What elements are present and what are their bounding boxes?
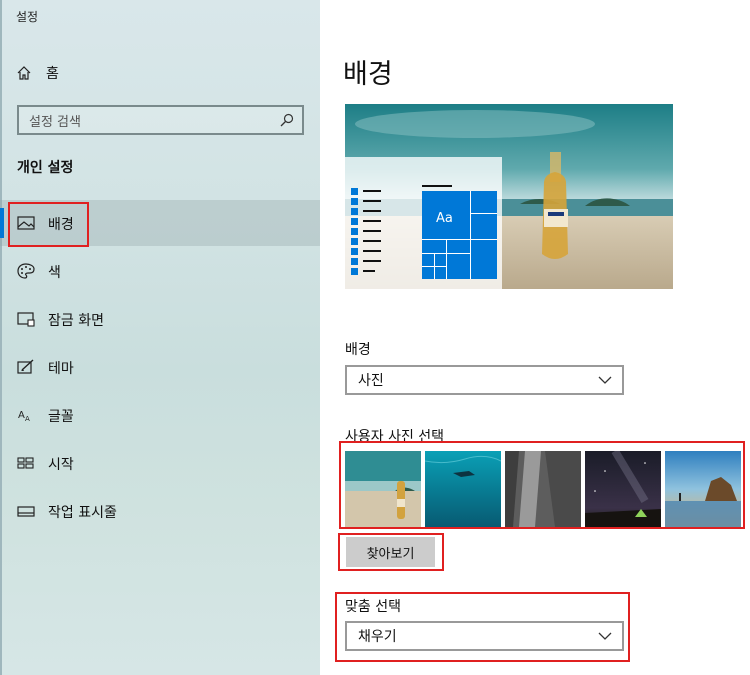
highlight-outline [338,533,444,571]
sidebar-item-themes[interactable]: 테마 [0,344,320,390]
sidebar-item-color[interactable]: 색 [0,248,320,294]
search-placeholder: 설정 검색 [29,114,81,130]
preview-bar [422,185,452,187]
sidebar-item-label: 글꼴 [48,409,74,425]
section-title: 개인 설정 [17,160,74,176]
sidebar-item-label: 테마 [48,361,74,377]
background-type-select[interactable]: 사진 [345,365,624,395]
taskbar-icon [17,506,35,517]
start-tiles-icon [17,457,34,469]
theme-brush-icon [17,359,34,374]
sidebar-item-label: 색 [48,265,61,281]
svg-text:A: A [25,415,30,423]
home-icon [17,66,31,80]
search-icon [280,113,294,127]
sidebar-item-fonts[interactable]: A A 글꼴 [0,392,320,438]
background-type-label: 배경 [345,342,371,358]
sidebar-item-label: 시작 [48,457,74,473]
background-preview: Aa [345,104,673,289]
background-type-value: 사진 [358,373,384,389]
sidebar-home[interactable]: 홈 [16,62,59,84]
chevron-down-icon [598,376,612,384]
page-title: 배경 [343,59,393,90]
main-panel: 배경 Aa 배경 사진 사용자 사진 선택 찾아보기 맞춤 선택 채우기 [320,0,750,675]
preview-tiles: Aa [422,191,497,279]
sidebar-item-label: 작업 표시줄 [48,505,117,521]
window-title: 설정 [16,10,39,24]
sidebar-item-lock-screen[interactable]: 잠금 화면 [0,296,320,342]
preview-window-mock: Aa [345,157,502,289]
palette-icon [17,263,35,279]
highlight-outline [335,592,630,662]
sidebar-item-label: 잠금 화면 [48,313,104,329]
svg-text:A: A [18,410,25,421]
lock-screen-icon [17,312,35,327]
home-label: 홈 [46,66,59,82]
highlight-outline [8,202,89,247]
highlight-outline [339,441,745,529]
sidebar-item-start[interactable]: 시작 [0,440,320,486]
search-input[interactable]: 설정 검색 [17,105,304,135]
font-icon: A A [18,410,30,423]
preview-tile-label: Aa [436,211,453,226]
sidebar-item-taskbar[interactable]: 작업 표시줄 [0,488,320,534]
sidebar: 설정 홈 설정 검색 개인 설정 배경 색 잠금 화면 테마 A A 글꼴 시작… [0,0,320,675]
preview-list [351,186,381,276]
